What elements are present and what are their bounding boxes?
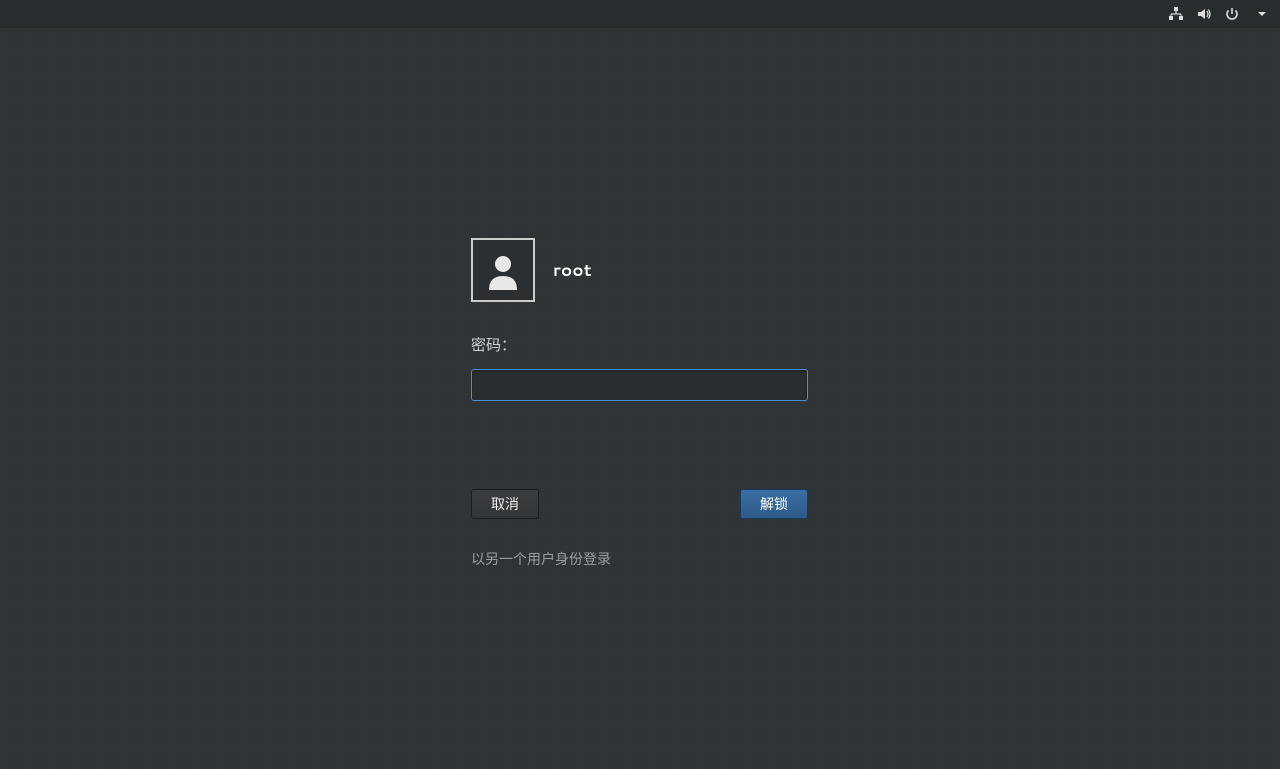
network-icon[interactable]	[1168, 6, 1184, 22]
username-label: root	[553, 258, 591, 282]
unlock-button[interactable]: 解锁	[740, 489, 808, 519]
login-panel: root 密码： 取消 解锁 以另一个用户身份登录	[471, 238, 809, 569]
top-bar	[0, 0, 1280, 28]
cancel-button[interactable]: 取消	[471, 489, 539, 519]
user-row: root	[471, 238, 809, 302]
other-user-link[interactable]: 以另一个用户身份登录	[471, 549, 809, 569]
power-icon[interactable]	[1224, 6, 1240, 22]
volume-icon[interactable]	[1196, 6, 1212, 22]
user-icon	[483, 250, 523, 290]
button-row: 取消 解锁	[471, 489, 808, 519]
avatar	[471, 238, 535, 302]
chevron-down-icon[interactable]	[1254, 6, 1270, 22]
password-input[interactable]	[471, 369, 808, 401]
password-label: 密码：	[471, 334, 809, 355]
